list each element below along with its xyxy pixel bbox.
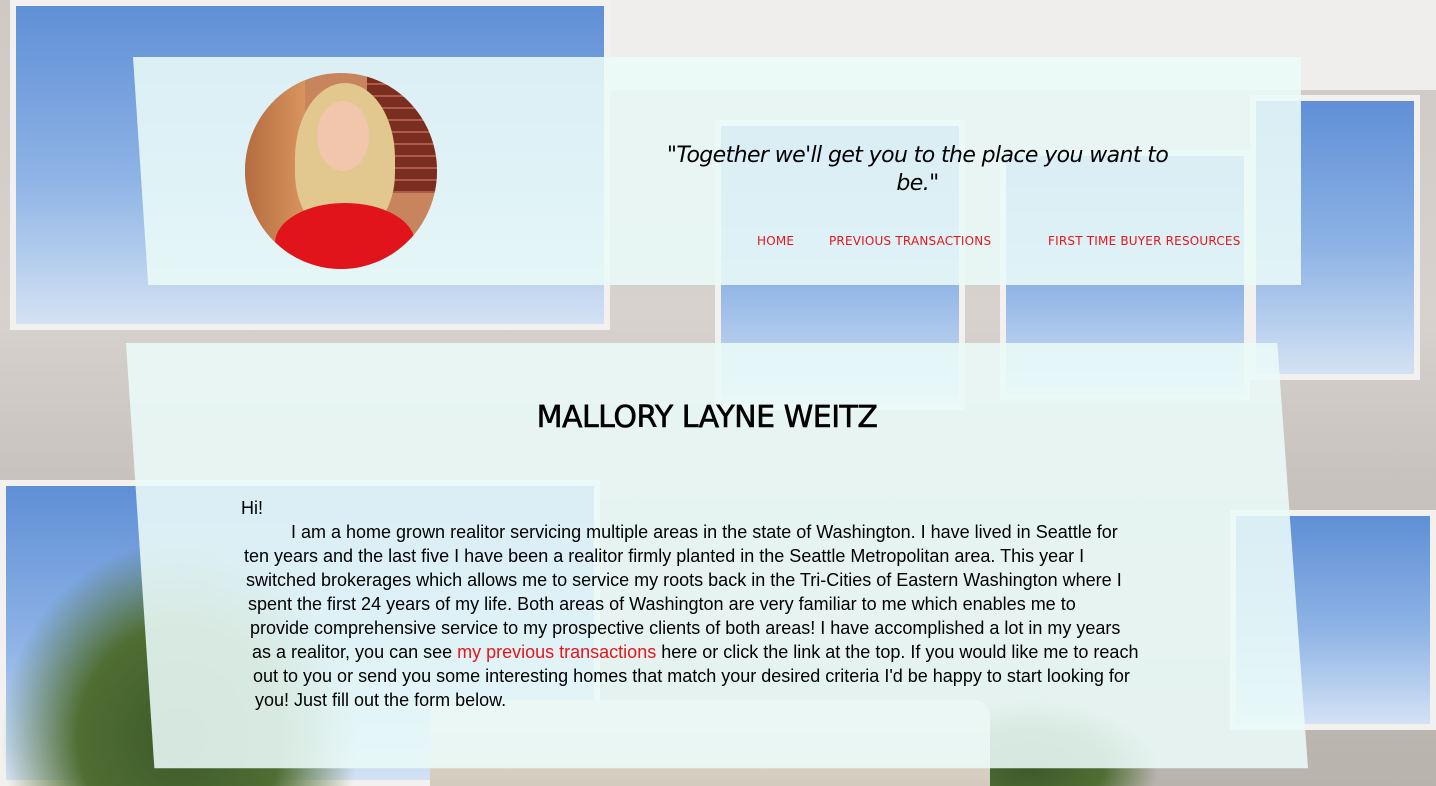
nav-previous-transactions[interactable]: Previous Transactions (829, 234, 991, 248)
bio-line-3: switched brokerages which allows me to s… (246, 570, 1122, 590)
bio-line-7: out to you or send you some interesting … (253, 666, 1130, 686)
bio-line-4: spent the first 24 years of my life. Bot… (248, 594, 1076, 614)
bio-line-8: you! Just fill out the form below. (255, 690, 507, 710)
nav-home[interactable]: Home (757, 234, 794, 248)
agent-name-heading: MALLORY LAYNE WEITZ (536, 400, 878, 436)
tagline: "Together we'll get you to the place you… (666, 143, 1169, 196)
previous-transactions-link[interactable]: my previous transactions (457, 642, 656, 662)
bio-line-6: as a realitor, you can see my previous t… (252, 640, 1138, 664)
bio-line-5: provide comprehensive service to my pros… (250, 618, 1121, 638)
bio-line-1: I am a home grown realitor servicing mul… (291, 522, 1118, 542)
bio-line-2: ten years and the last five I have been … (244, 546, 1085, 566)
nav-first-time-buyer-resources[interactable]: First Time Buyer Resources (1048, 234, 1241, 248)
bio-line-6-end: here or click the link at the top. If yo… (656, 642, 1139, 662)
agent-avatar (245, 73, 437, 269)
bio-line-6-start: as a realitor, you can see (252, 642, 458, 662)
greeting: Hi! (241, 498, 263, 518)
